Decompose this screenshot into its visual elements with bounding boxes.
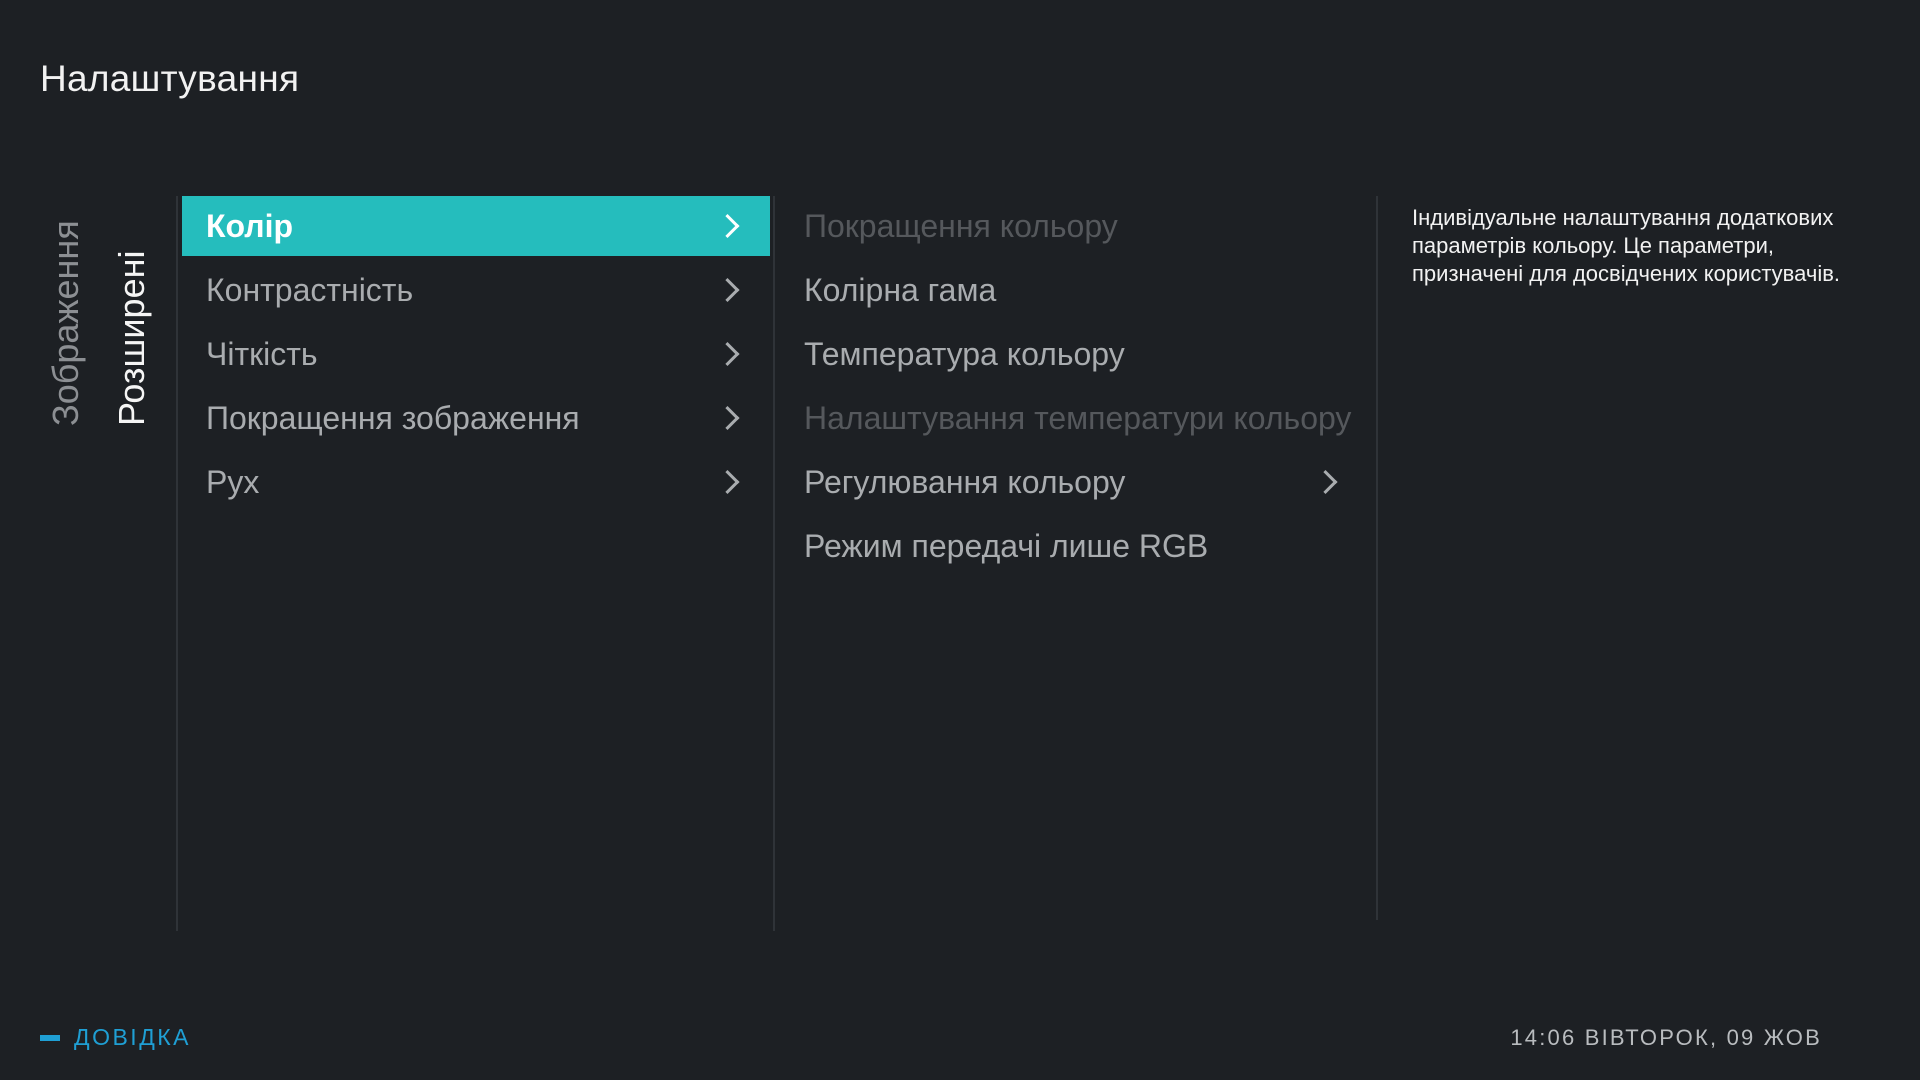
submenu-item-label: Покращення кольору (804, 207, 1118, 244)
help-button[interactable]: ДОВІДКА (40, 1024, 191, 1051)
menu-item-label: Рух (206, 463, 260, 500)
menu-item-label: Колір (206, 207, 294, 244)
menu-item-motion[interactable]: Рух (182, 452, 770, 512)
chevron-right-icon (715, 341, 740, 367)
menu-item-contrast[interactable]: Контрастність (182, 260, 770, 320)
submenu-item-color-temperature[interactable]: Температура кольору (780, 324, 1370, 384)
category-tab-advanced[interactable]: Розширені (102, 196, 162, 426)
submenu-item-color-gamut[interactable]: Колірна гама (780, 260, 1370, 320)
submenu-item-color-enhancement: Покращення кольору (780, 196, 1370, 256)
menu-item-label: Покращення зображення (206, 399, 580, 436)
clock-status: 14:06 ВІВТОРОК, 09 ЖОВ (1510, 1025, 1822, 1050)
column-divider (773, 196, 775, 931)
settings-screen: Налаштування Зображення Розширені Колір … (0, 0, 1920, 1080)
page-title: Налаштування (40, 58, 300, 99)
category-tab-label: Розширені (111, 250, 152, 426)
submenu-item-label: Колірна гама (804, 271, 997, 308)
help-label: ДОВІДКА (74, 1024, 192, 1050)
chevron-right-icon (715, 277, 740, 303)
submenu-item-label: Регулювання кольору (804, 463, 1126, 500)
chevron-right-icon (715, 213, 740, 239)
chevron-right-icon (1313, 469, 1338, 495)
menu-item-label: Контрастність (206, 271, 414, 308)
column-divider (1376, 196, 1378, 920)
category-tab-picture[interactable]: Зображення (36, 196, 96, 426)
category-tab-label: Зображення (45, 220, 86, 426)
submenu-item-color-control[interactable]: Регулювання кольору (780, 452, 1370, 512)
chevron-right-icon (715, 469, 740, 495)
main-menu: Колір Контрастність Чіткість Покращення … (182, 196, 770, 516)
submenu-item-label: Налаштування температури кольору (804, 399, 1352, 436)
description-text: Індивідуальне налаштування додаткових па… (1412, 205, 1841, 286)
submenu-item-label: Температура кольору (804, 335, 1125, 372)
menu-item-picture-enhancement[interactable]: Покращення зображення (182, 388, 770, 448)
menu-item-label: Чіткість (206, 335, 318, 372)
submenu-item-color-temperature-settings: Налаштування температури кольору (780, 388, 1370, 448)
blue-key-icon (40, 1034, 60, 1041)
chevron-right-icon (715, 405, 740, 431)
color-submenu: Покращення кольору Колірна гама Температ… (780, 196, 1370, 580)
column-divider (176, 196, 178, 931)
submenu-item-label: Режим передачі лише RGB (804, 527, 1209, 564)
submenu-item-rgb-only-mode[interactable]: Режим передачі лише RGB (780, 516, 1370, 576)
menu-item-sharpness[interactable]: Чіткість (182, 324, 770, 384)
menu-item-color[interactable]: Колір (182, 196, 770, 256)
